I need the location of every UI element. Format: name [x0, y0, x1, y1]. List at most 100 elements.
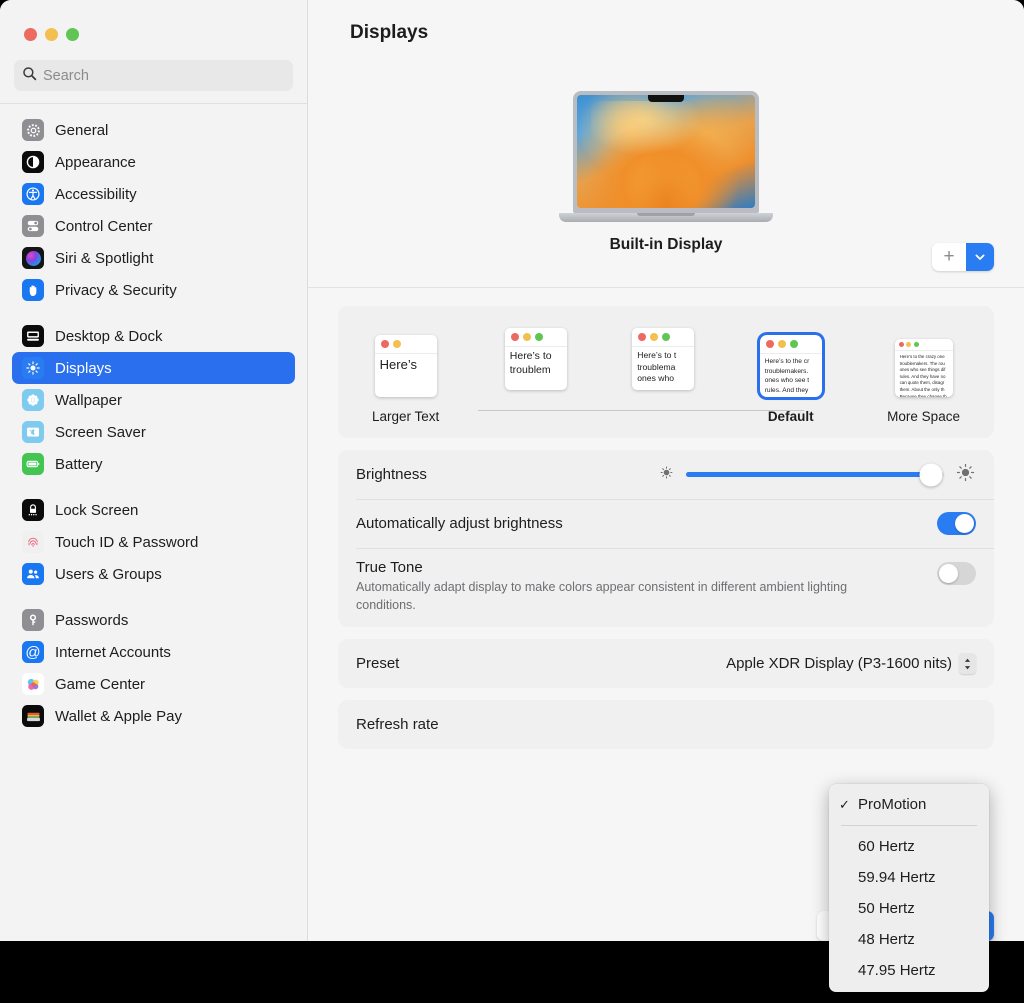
sidebar-item-siri-spotlight[interactable]: Siri & Spotlight [12, 242, 295, 274]
sidebar-group: General Appearance Accessibility [12, 114, 295, 306]
resolution-option-2[interactable]: Here’s to troublem [505, 328, 567, 390]
zoom-button[interactable] [66, 28, 79, 41]
privacy-hand-icon [22, 279, 44, 301]
thumbnail-text: Here’s [375, 354, 437, 373]
resolution-thumbnail[interactable]: Here’s to troublem [505, 328, 567, 390]
passwords-key-icon [22, 609, 44, 631]
appearance-icon [22, 151, 44, 173]
screen-saver-icon [22, 421, 44, 443]
chevron-down-icon[interactable] [966, 243, 994, 271]
add-display-button[interactable]: + [932, 243, 994, 271]
brightness-label: Brightness [356, 466, 427, 483]
traffic-lights [24, 28, 79, 41]
brightness-track[interactable] [686, 472, 944, 477]
menu-item-60hz[interactable]: 60 Hertz [829, 831, 989, 862]
thumbnail-text: Here’s to the crazy one troublemakers. T… [895, 351, 953, 397]
sidebar-item-wallet-apple-pay[interactable]: Wallet & Apple Pay [12, 700, 295, 732]
resolution-thumbnail[interactable]: Here’s to the crazy one troublemakers. T… [895, 339, 953, 397]
thumbnail-titlebar [760, 335, 822, 354]
auto-brightness-label: Automatically adjust brightness [356, 515, 563, 532]
menu-item-4795hz[interactable]: 47.95 Hertz [829, 955, 989, 986]
sidebar-item-label: Touch ID & Password [55, 534, 198, 551]
laptop-screen-bezel [573, 91, 759, 213]
resolution-thumbnail-selected[interactable]: Here’s to the cr troublemakers. ones who… [760, 335, 822, 397]
preset-value: Apple XDR Display (P3-1600 nits) [726, 655, 952, 672]
lock-screen-icon [22, 499, 44, 521]
thumb-min-dot [906, 342, 911, 347]
sidebar-item-privacy-security[interactable]: Privacy & Security [12, 274, 295, 306]
search-icon [22, 66, 37, 86]
brightness-knob[interactable] [920, 463, 943, 486]
laptop-illustration[interactable] [573, 91, 759, 222]
preset-card: Preset Apple XDR Display (P3-1600 nits) [338, 639, 994, 688]
sidebar-item-label: General [55, 122, 108, 139]
laptop-base [559, 213, 773, 222]
sidebar-item-battery[interactable]: Battery [12, 448, 295, 480]
preset-popup-button[interactable]: Apple XDR Display (P3-1600 nits) [726, 653, 976, 674]
sidebar-item-wallpaper[interactable]: Wallpaper [12, 384, 295, 416]
search-box[interactable] [14, 60, 293, 91]
sidebar-item-general[interactable]: General [12, 114, 295, 146]
refresh-rate-menu[interactable]: ✓ ProMotion 60 Hertz 59.94 Hertz 50 Hert… [829, 784, 989, 992]
sidebar-item-internet-accounts[interactable]: @ Internet Accounts [12, 636, 295, 668]
resolution-label: More Space [887, 409, 960, 424]
resolution-label: Larger Text [372, 409, 439, 424]
sidebar-item-desktop-dock[interactable]: Desktop & Dock [12, 320, 295, 352]
resolution-thumbnail[interactable]: Here’s to t troublema ones who [632, 328, 694, 390]
wallpaper-icon [22, 389, 44, 411]
sidebar-item-screen-saver[interactable]: Screen Saver [12, 416, 295, 448]
sidebar-item-displays[interactable]: Displays [12, 352, 295, 384]
true-tone-description: Automatically adapt display to make colo… [356, 578, 906, 614]
title-bar [0, 0, 307, 60]
sidebar-item-label: Screen Saver [55, 424, 146, 441]
brightness-high-icon [955, 462, 976, 488]
menu-item-48hz[interactable]: 48 Hertz [829, 924, 989, 955]
menu-item-promotion[interactable]: ✓ ProMotion [829, 789, 989, 820]
close-button[interactable] [24, 28, 37, 41]
sidebar-item-passwords[interactable]: Passwords [12, 604, 295, 636]
minimize-button[interactable] [45, 28, 58, 41]
plus-icon[interactable]: + [932, 243, 966, 271]
notch [648, 95, 684, 102]
sidebar-item-label: Accessibility [55, 186, 137, 203]
battery-icon [22, 453, 44, 475]
sidebar-item-label: Privacy & Security [55, 282, 177, 299]
page-title: Displays [308, 0, 1024, 44]
resolution-option-larger-text[interactable]: Here’s Larger Text [372, 335, 439, 424]
checkmark-icon: ✓ [839, 797, 852, 813]
sidebar-item-users-groups[interactable]: Users & Groups [12, 558, 295, 590]
sidebar-group: Passwords @ Internet Accounts Game Cente… [12, 604, 295, 732]
brightness-slider[interactable] [658, 462, 976, 488]
sidebar-item-label: Wallet & Apple Pay [55, 708, 182, 725]
search-input[interactable] [43, 68, 285, 84]
sidebar-item-accessibility[interactable]: Accessibility [12, 178, 295, 210]
thumb-min-dot [523, 333, 531, 341]
auto-brightness-toggle[interactable] [937, 512, 976, 535]
display-preview-area: Built-in Display + [308, 44, 1024, 287]
sidebar-nav: General Appearance Accessibility [0, 104, 307, 941]
resolution-option-3[interactable]: Here’s to t troublema ones who [632, 328, 694, 390]
touch-id-icon [22, 531, 44, 553]
display-name: Built-in Display [610, 236, 723, 254]
stepper-icon[interactable] [959, 653, 976, 674]
sidebar-item-touch-id[interactable]: Touch ID & Password [12, 526, 295, 558]
wallpaper-preview [577, 95, 755, 208]
menu-item-5994hz[interactable]: 59.94 Hertz [829, 862, 989, 893]
menu-item-50hz[interactable]: 50 Hertz [829, 893, 989, 924]
internet-accounts-icon: @ [22, 641, 44, 663]
sidebar-item-label: Desktop & Dock [55, 328, 163, 345]
sidebar-item-game-center[interactable]: Game Center [12, 668, 295, 700]
true-tone-toggle[interactable] [937, 562, 976, 585]
sidebar-item-appearance[interactable]: Appearance [12, 146, 295, 178]
resolution-option-default[interactable]: Here’s to the cr troublemakers. ones who… [760, 335, 822, 424]
thumbnail-titlebar [895, 339, 953, 351]
preset-row: Preset Apple XDR Display (P3-1600 nits) [338, 639, 994, 688]
auto-brightness-row: Automatically adjust brightness [338, 499, 994, 548]
resolution-option-more-space[interactable]: Here’s to the crazy one troublemakers. T… [887, 339, 960, 424]
sidebar-item-lock-screen[interactable]: Lock Screen [12, 494, 295, 526]
brightness-card: Brightness [338, 450, 994, 627]
refresh-rate-label: Refresh rate [356, 716, 439, 733]
game-center-icon [22, 673, 44, 695]
sidebar-item-control-center[interactable]: Control Center [12, 210, 295, 242]
resolution-thumbnail[interactable]: Here’s [375, 335, 437, 397]
